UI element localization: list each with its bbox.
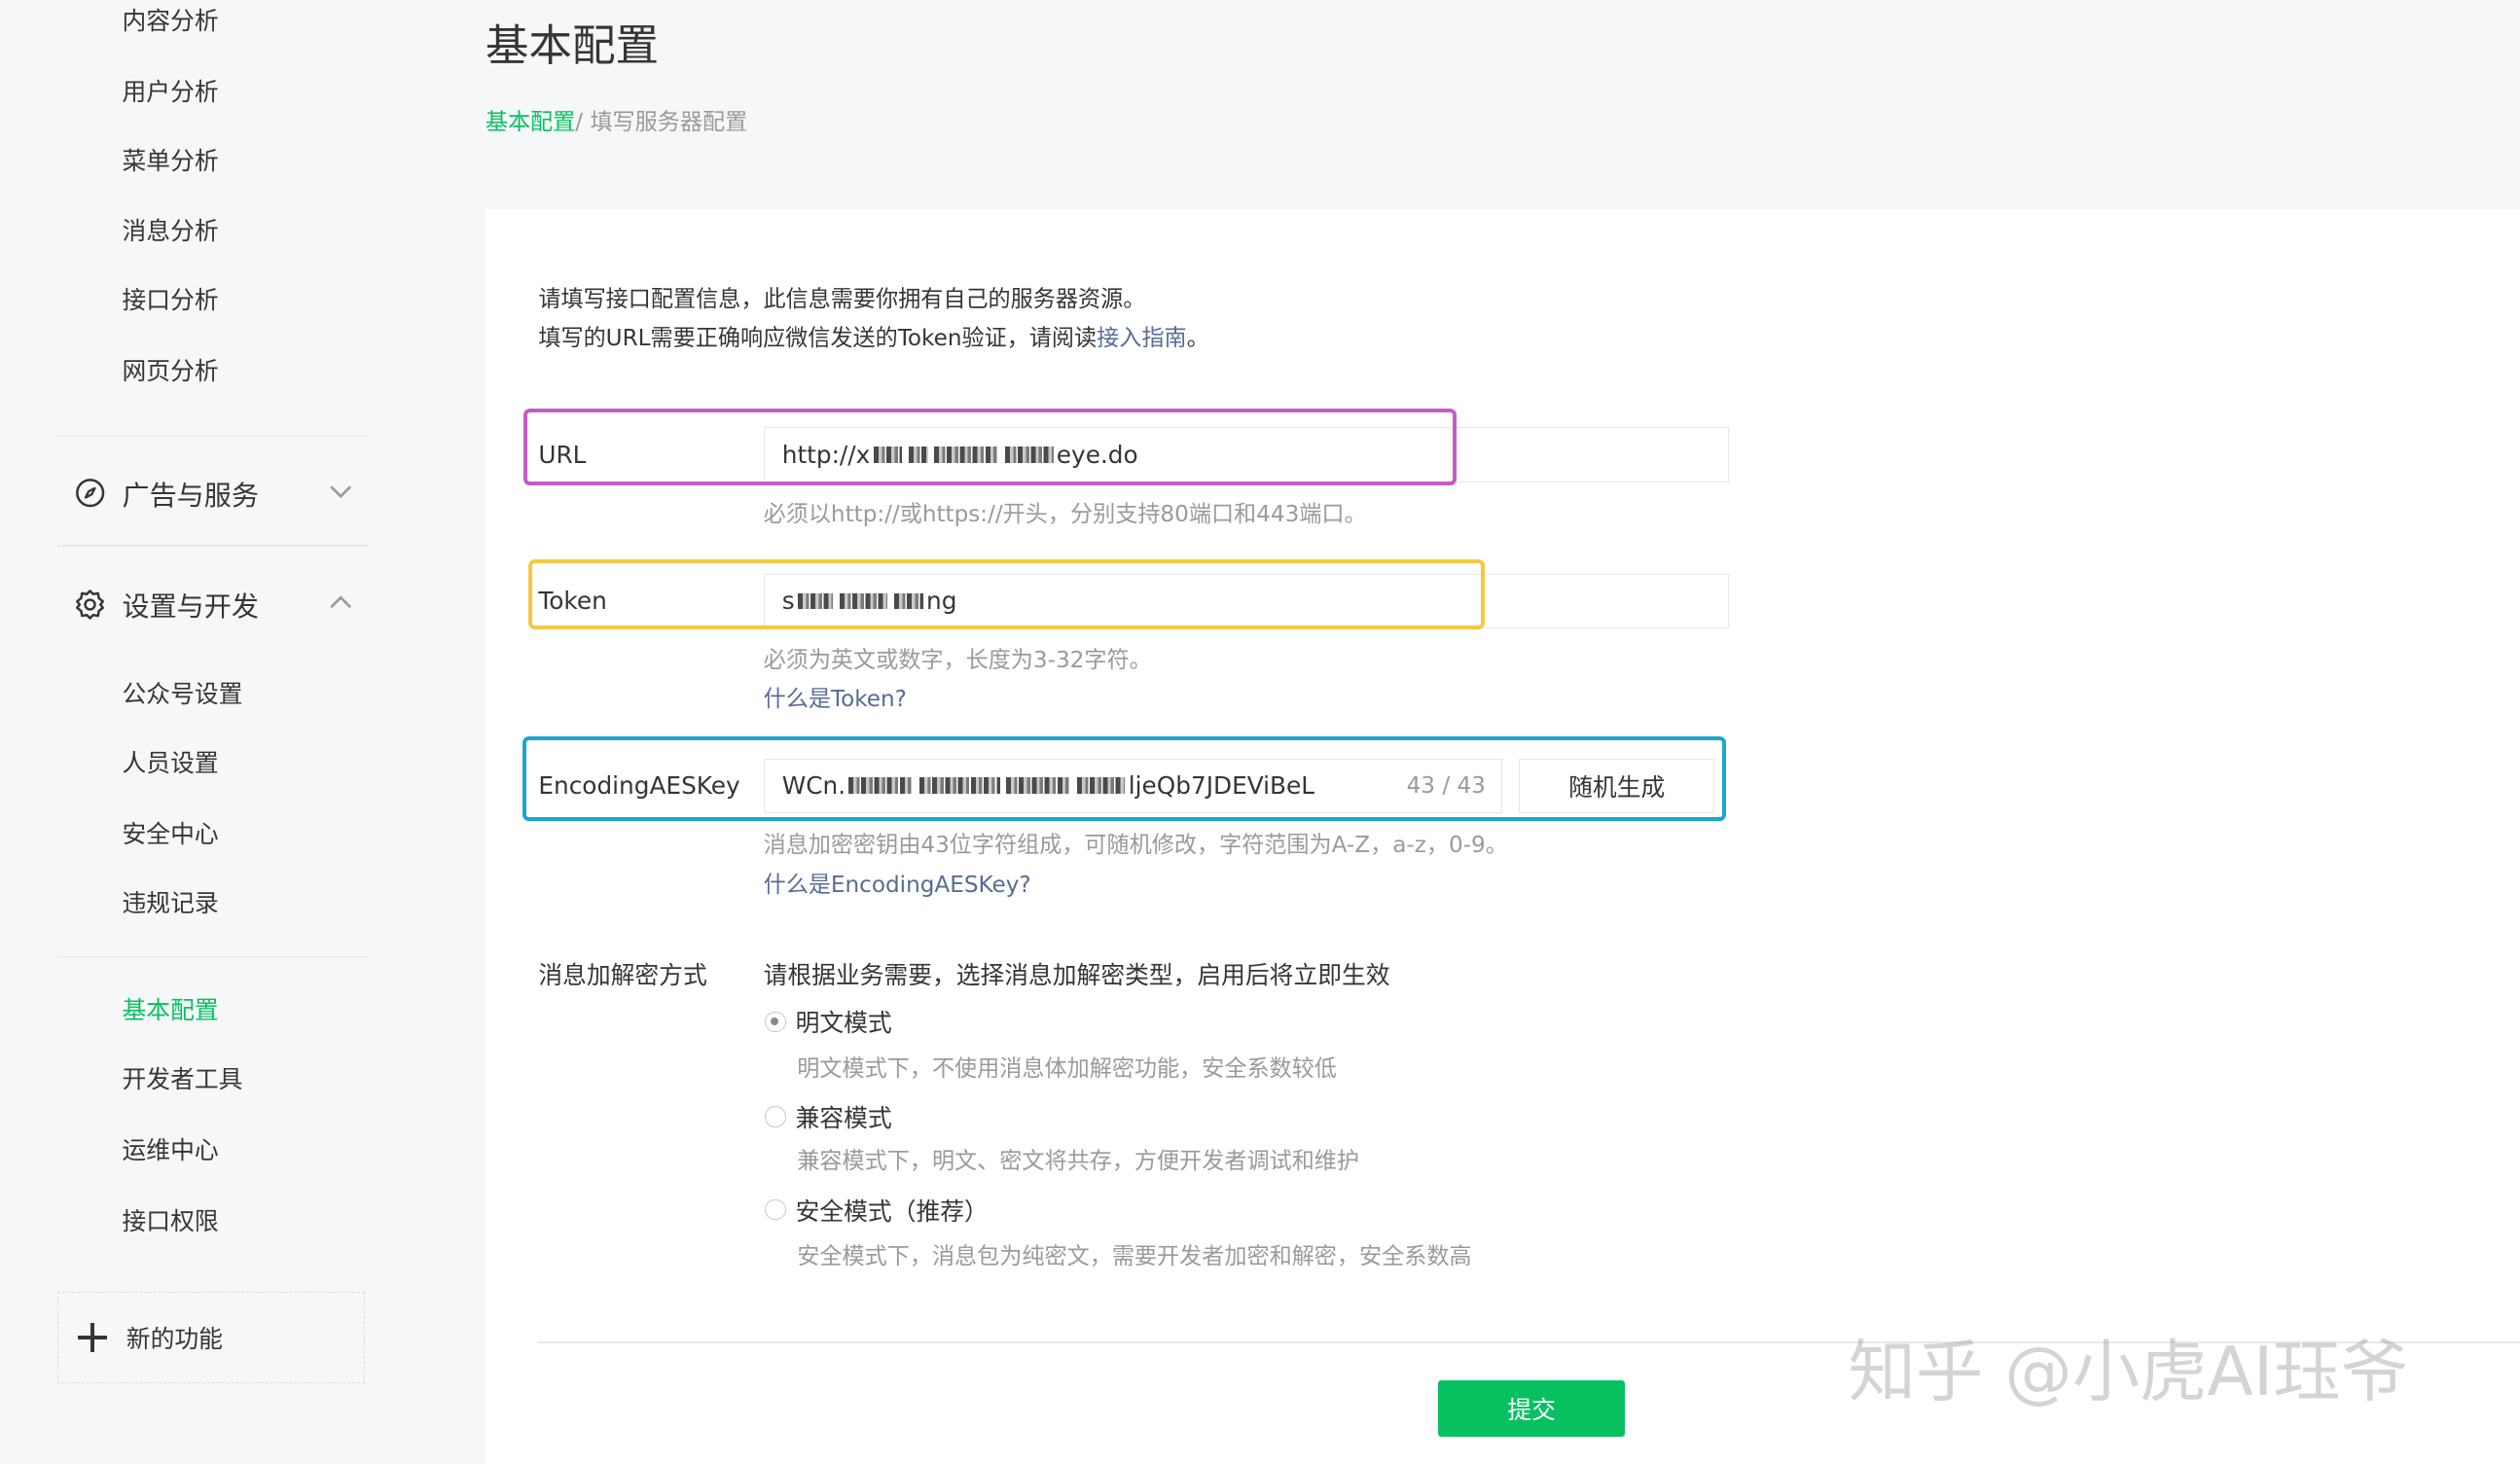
access-guide-link[interactable]: 接入指南 <box>1097 326 1186 351</box>
compatible-mode-desc: 兼容模式下，明文、密文将共存，方便开发者调试和维护 <box>797 1149 1360 1175</box>
redacted-text <box>873 446 903 463</box>
encryption-mode-label: 消息加解密方式 <box>538 960 707 989</box>
redacted-text <box>934 446 999 463</box>
breadcrumb: 基本配置/ 填写服务器配置 <box>486 103 747 136</box>
token-label: Token <box>538 586 607 615</box>
redacted-text <box>797 592 834 610</box>
sidebar-item-security-center[interactable]: 安全中心 <box>123 818 219 850</box>
sidebar-item-menu-analysis[interactable]: 菜单分析 <box>123 145 219 177</box>
sidebar-item-ops-center[interactable]: 运维中心 <box>123 1134 219 1166</box>
aes-value-suffix: ljeQb7JDEViBeL <box>1128 771 1315 801</box>
plaintext-mode-desc: 明文模式下，不使用消息体加解密功能，安全系数较低 <box>797 1055 1337 1082</box>
secure-mode-desc: 安全模式下，消息包为纯密文，需要开发者加密和解密，安全系数高 <box>797 1243 1472 1269</box>
page-title: 基本配置 <box>485 19 660 71</box>
redacted-text <box>908 446 928 463</box>
url-label: URL <box>538 440 587 469</box>
breadcrumb-link-basic-config[interactable]: 基本配置 <box>486 110 575 135</box>
redacted-text <box>1006 777 1071 794</box>
radio-compatible-mode[interactable]: 兼容模式 <box>765 1099 892 1134</box>
sidebar-item-api-permissions[interactable]: 接口权限 <box>123 1205 219 1237</box>
sidebar-item-violation-records[interactable]: 违规记录 <box>123 887 219 919</box>
plus-icon <box>78 1323 107 1352</box>
what-is-aes-key-link[interactable]: 什么是EncodingAESKey? <box>764 866 1031 899</box>
token-value-suffix: ng <box>926 587 957 616</box>
redacted-text <box>848 777 914 794</box>
breadcrumb-current: 填写服务器配置 <box>590 109 748 135</box>
radio-secure-mode[interactable]: 安全模式（推荐） <box>765 1193 989 1228</box>
aes-char-counter: 43 / 43 <box>1406 772 1486 799</box>
chevron-up-icon <box>328 589 353 615</box>
what-is-token-link[interactable]: 什么是Token? <box>764 680 907 713</box>
url-hint: 必须以http://或https://开头，分别支持80端口和443端口。 <box>763 501 1367 527</box>
url-value-prefix: http://x <box>781 440 871 469</box>
aes-key-hint: 消息加密密钥由43位字符组成，可随机修改，字符范围为A-Z，a-z，0-9。 <box>763 833 1508 859</box>
sidebar-divider <box>57 435 369 438</box>
encryption-mode-description: 请根据业务需要，选择消息加解密类型，启用后将立即生效 <box>763 960 1390 989</box>
gear-icon <box>74 589 106 621</box>
radio-button[interactable] <box>765 1106 786 1127</box>
sidebar-item-account-settings[interactable]: 公众号设置 <box>123 678 243 710</box>
sidebar-group-ads[interactable]: 广告与服务 <box>74 474 367 513</box>
intro-line-2-end: 。 <box>1186 325 1209 351</box>
aes-value-prefix: WCn. <box>781 771 846 801</box>
radio-plaintext-label: 明文模式 <box>795 1009 892 1038</box>
url-input[interactable]: http://x eye.do <box>763 427 1730 482</box>
sidebar-item-message-analysis[interactable]: 消息分析 <box>123 215 219 247</box>
sidebar-item-developer-tools[interactable]: 开发者工具 <box>123 1063 243 1095</box>
url-value-suffix: eye.do <box>1056 440 1138 469</box>
redacted-text <box>1004 446 1054 463</box>
redacted-text <box>894 592 923 610</box>
sidebar-item-webpage-analysis[interactable]: 网页分析 <box>123 355 219 387</box>
intro-line-2: 填写的URL需要正确响应微信发送的Token验证，请阅读接入指南。 <box>538 320 1208 359</box>
radio-button-checked[interactable] <box>765 1011 786 1033</box>
intro-line-1: 请填写接口配置信息，此信息需要你拥有自己的服务器资源。 <box>538 287 1146 313</box>
new-feature-label: 新的功能 <box>126 1325 223 1354</box>
compass-icon <box>74 478 106 510</box>
new-feature-button[interactable]: 新的功能 <box>57 1292 365 1384</box>
sidebar-item-content-analysis[interactable]: 内容分析 <box>123 5 219 37</box>
sidebar-item-user-analysis[interactable]: 用户分析 <box>123 76 219 108</box>
intro-line-2-text: 填写的URL需要正确响应微信发送的Token验证，请阅读 <box>538 325 1098 351</box>
sidebar-group-ads-label: 广告与服务 <box>122 479 259 512</box>
sidebar-group-settings-label: 设置与开发 <box>122 589 259 623</box>
token-hint: 必须为英文或数字，长度为3-32字符。 <box>763 648 1152 674</box>
redacted-text <box>1076 777 1126 794</box>
intro-text: 请填写接口配置信息，此信息需要你拥有自己的服务器资源。 填写的URL需要正确响应… <box>538 281 1208 358</box>
breadcrumb-separator: / <box>575 109 584 135</box>
sidebar-group-settings[interactable]: 设置与开发 <box>74 585 367 624</box>
sidebar-item-staff-settings[interactable]: 人员设置 <box>123 747 219 779</box>
aes-key-input[interactable]: WCn. ljeQb7JDEViBeL 43 / 43 <box>763 758 1503 813</box>
app-root: 内容分析 用户分析 菜单分析 消息分析 接口分析 网页分析 广告与服务 设置与开… <box>0 0 2520 1464</box>
sidebar: 内容分析 用户分析 菜单分析 消息分析 接口分析 网页分析 广告与服务 设置与开… <box>0 0 431 1464</box>
redacted-text <box>839 592 888 610</box>
watermark-text: 知乎 @小虎AI珏爷 <box>1848 1334 2409 1412</box>
radio-button[interactable] <box>765 1198 786 1221</box>
sidebar-divider <box>57 955 369 958</box>
token-value-prefix: s <box>781 587 795 616</box>
random-generate-button[interactable]: 随机生成 <box>1518 758 1715 813</box>
radio-plaintext-mode[interactable]: 明文模式 <box>765 1004 892 1039</box>
sidebar-item-basic-config[interactable]: 基本配置 <box>123 994 219 1026</box>
radio-compatible-label: 兼容模式 <box>795 1103 892 1132</box>
submit-button[interactable]: 提交 <box>1438 1379 1625 1437</box>
radio-secure-label: 安全模式（推荐） <box>795 1196 989 1226</box>
token-input[interactable]: s ng <box>763 573 1730 628</box>
aes-key-label: EncodingAESKey <box>538 770 740 800</box>
sidebar-item-api-analysis[interactable]: 接口分析 <box>123 284 219 316</box>
redacted-text <box>919 777 1000 794</box>
sidebar-divider <box>57 544 369 547</box>
chevron-down-icon <box>328 479 353 504</box>
